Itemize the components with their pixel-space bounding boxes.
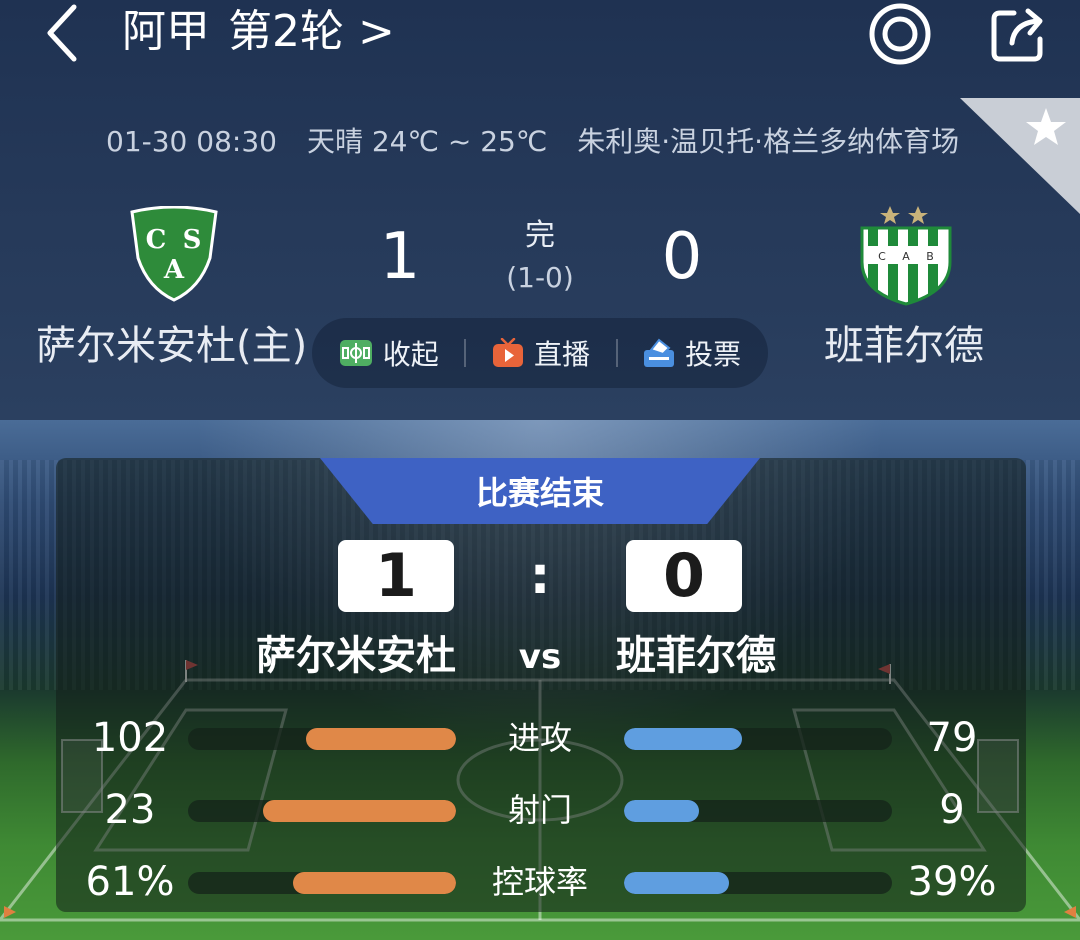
stat-home-value: 23 <box>104 787 156 833</box>
stat-home-bar-fill <box>292 872 456 894</box>
svg-text:C: C <box>146 225 167 255</box>
stat-away-bar <box>624 800 892 822</box>
match-summary-section: 比赛结束 1 : 0 萨尔米安杜 vs 班菲尔德 102 进攻 79 23 射门… <box>0 420 1080 940</box>
home-crest-icon: C S A <box>130 206 218 302</box>
pitch-icon <box>339 340 372 366</box>
divider <box>615 339 618 367</box>
stat-home-bar <box>188 800 456 822</box>
stat-away-bar-fill <box>624 728 742 750</box>
home-team-crest[interactable]: C S A <box>126 206 222 304</box>
stat-row-possession: 61% 控球率 39% <box>0 854 1080 910</box>
match-weather: 天晴 24℃ ~ 25℃ <box>306 125 548 158</box>
collapse-button[interactable]: 收起 <box>339 328 439 378</box>
svg-text:S: S <box>183 225 202 255</box>
divider <box>464 339 467 367</box>
league-round-title[interactable]: 阿甲 第2轮 > <box>122 4 395 60</box>
round-link[interactable]: 第2轮 > <box>228 6 395 57</box>
svg-text:C: C <box>878 250 886 263</box>
stat-away-bar-fill <box>624 872 729 894</box>
svg-text:B: B <box>926 250 934 263</box>
stat-home-bar-fill <box>263 800 456 822</box>
summary-away-score: 0 <box>626 540 742 612</box>
stat-label: 控球率 <box>491 863 588 901</box>
stat-row-shots: 23 射门 9 <box>0 782 1080 838</box>
stat-home-bar-fill <box>305 728 456 750</box>
match-venue: 朱利奥·温贝托·格兰多纳体育场 <box>577 125 960 158</box>
summary-home-score: 1 <box>338 540 454 612</box>
match-datetime: 01-30 08:30 <box>106 125 277 158</box>
stat-home-value: 61% <box>85 859 175 905</box>
stat-away-bar <box>624 872 892 894</box>
chevron-left-icon <box>47 4 77 62</box>
match-status: 完 <box>525 218 555 253</box>
league-name: 阿甲 <box>122 6 210 57</box>
stat-away-bar-fill <box>624 800 700 822</box>
vote-label: 投票 <box>685 338 742 371</box>
summary-panel <box>56 458 1026 912</box>
share-button[interactable] <box>984 0 1054 68</box>
action-bar: 收起 直播 投票 <box>312 318 768 388</box>
summary-home-name: 萨尔米安杜 <box>256 633 456 679</box>
back-button[interactable] <box>34 2 90 64</box>
ballot-icon <box>644 338 675 367</box>
live-button[interactable]: 直播 <box>492 328 590 378</box>
svg-text:A: A <box>902 250 910 263</box>
collapse-label: 收起 <box>382 338 439 371</box>
stat-label: 射门 <box>507 791 572 829</box>
match-end-label: 比赛结束 <box>475 474 604 512</box>
live-label: 直播 <box>533 338 590 371</box>
vote-button[interactable]: 投票 <box>643 328 741 378</box>
half-time-score: (1-0) <box>506 261 574 294</box>
share-icon <box>991 8 1043 62</box>
stat-away-bar <box>624 728 892 750</box>
match-header: 阿甲 第2轮 > 01-30 08:30 天晴 24℃ ~ 25℃ 朱利奥·温贝托·格… <box>0 0 1080 420</box>
away-crest-icon: C A B <box>860 206 952 306</box>
tv-icon <box>492 338 523 367</box>
summary-away-name: 班菲尔德 <box>616 633 776 679</box>
svg-text:A: A <box>163 255 185 285</box>
match-info: 01-30 08:30 天晴 24℃ ~ 25℃ 朱利奥·温贝托·格兰多纳体育场 <box>106 120 989 164</box>
vs-label: vs <box>518 637 562 677</box>
score-separator: : <box>529 546 551 606</box>
away-team-crest[interactable]: C A B <box>852 202 960 306</box>
stat-away-value: 79 <box>926 715 978 761</box>
stat-away-value: 9 <box>939 787 965 833</box>
follow-button[interactable] <box>866 0 934 68</box>
away-team-name[interactable]: 班菲尔德 <box>824 318 984 374</box>
stat-label: 进攻 <box>507 719 572 757</box>
stat-home-value: 102 <box>91 715 169 761</box>
stat-row-attacks: 102 进攻 79 <box>0 710 1080 766</box>
match-end-banner: 比赛结束 <box>320 458 760 524</box>
stat-home-bar <box>188 872 456 894</box>
home-score: 1 <box>379 220 421 294</box>
away-score: 0 <box>661 220 703 294</box>
home-team-name[interactable]: 萨尔米安杜(主) <box>36 318 307 374</box>
stat-away-value: 39% <box>907 859 997 905</box>
target-icon <box>869 3 931 65</box>
stat-home-bar <box>188 728 456 750</box>
